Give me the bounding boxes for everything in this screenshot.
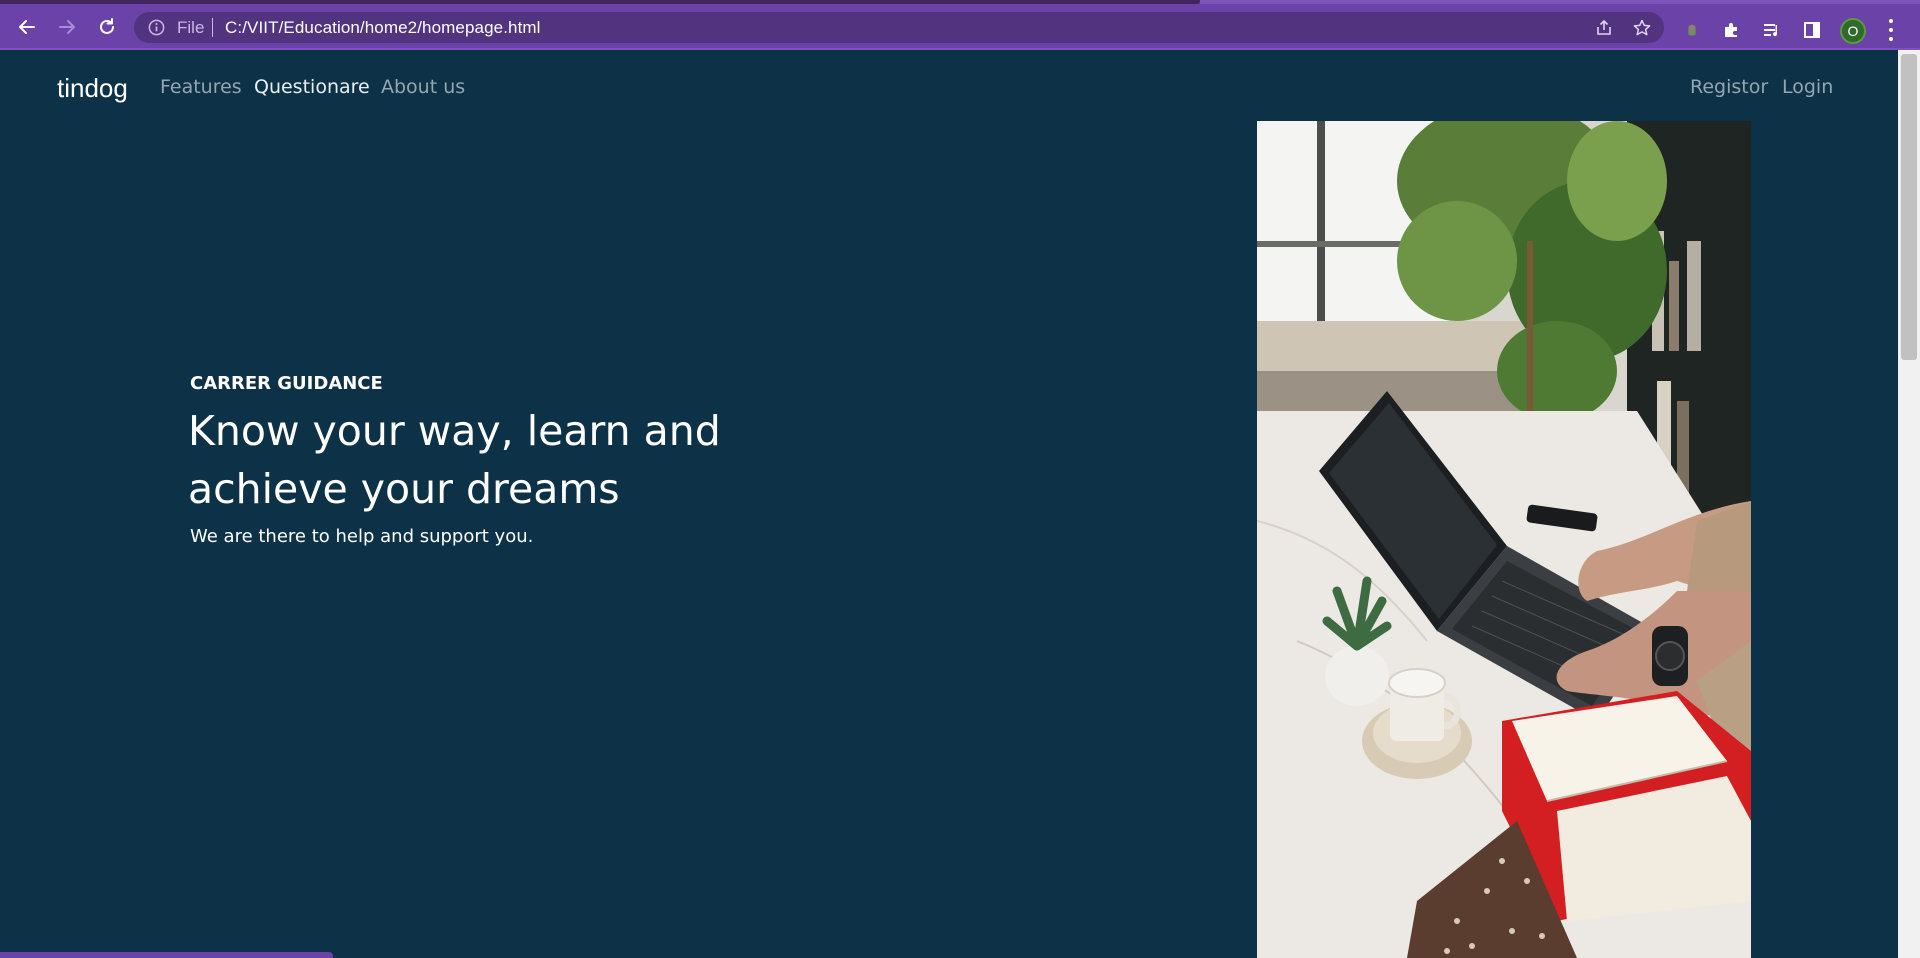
back-arrow-icon [19, 20, 35, 34]
hero-subtext: We are there to help and support you. [190, 526, 534, 547]
side-panel-icon [1804, 22, 1820, 38]
navbar-brand[interactable]: tindog [57, 73, 128, 104]
hero-headline-line-2: achieve your dreams [188, 465, 620, 513]
share-icon[interactable] [1594, 18, 1614, 38]
extensions-button[interactable] [1721, 19, 1743, 41]
status-strip [0, 952, 333, 958]
extension-button[interactable] [1681, 19, 1703, 41]
extension-icon [1688, 24, 1696, 36]
reload-icon [100, 18, 114, 34]
hero-headline-line-1: Know your way, learn and [188, 407, 721, 455]
forward-arrow-icon [59, 20, 75, 34]
forward-button[interactable] [53, 13, 81, 41]
scrollbar-thumb[interactable] [1901, 54, 1917, 360]
reload-button[interactable] [93, 13, 121, 41]
media-control-button[interactable] [1761, 19, 1783, 41]
nav-link-features[interactable]: Features [160, 76, 242, 98]
info-icon[interactable] [147, 18, 166, 37]
profile-avatar[interactable]: O [1840, 18, 1866, 44]
url-text[interactable]: C:/VIIT/Education/home2/homepage.html [225, 18, 541, 38]
page-viewport: tindog Features Questionare About us Reg… [0, 50, 1898, 958]
back-button[interactable] [13, 13, 41, 41]
laptop-desk-photo [1257, 121, 1751, 958]
hero-headline: Know your way, learn and achieve your dr… [188, 402, 808, 518]
puzzle-icon [1725, 23, 1737, 37]
nav-link-login[interactable]: Login [1782, 76, 1833, 98]
nav-link-about-us[interactable]: About us [381, 76, 465, 98]
omnibox-divider [212, 18, 213, 37]
vertical-scrollbar[interactable] [1898, 50, 1920, 958]
nav-link-questionare[interactable]: Questionare [254, 76, 370, 98]
browser-toolbar: File C:/VIIT/Education/home2/homepage.ht… [0, 4, 1920, 50]
scheme-label: File [177, 18, 205, 37]
side-panel-button[interactable] [1801, 19, 1823, 41]
hero-eyebrow: CARRER GUIDANCE [190, 373, 383, 394]
kebab-menu-icon[interactable] [1884, 17, 1898, 43]
media-queue-icon [1764, 24, 1778, 37]
hero-image [1257, 121, 1751, 958]
star-icon[interactable] [1632, 18, 1652, 38]
nav-link-register[interactable]: Registor [1690, 76, 1768, 98]
address-bar[interactable]: File C:/VIIT/Education/home2/homepage.ht… [134, 12, 1664, 43]
